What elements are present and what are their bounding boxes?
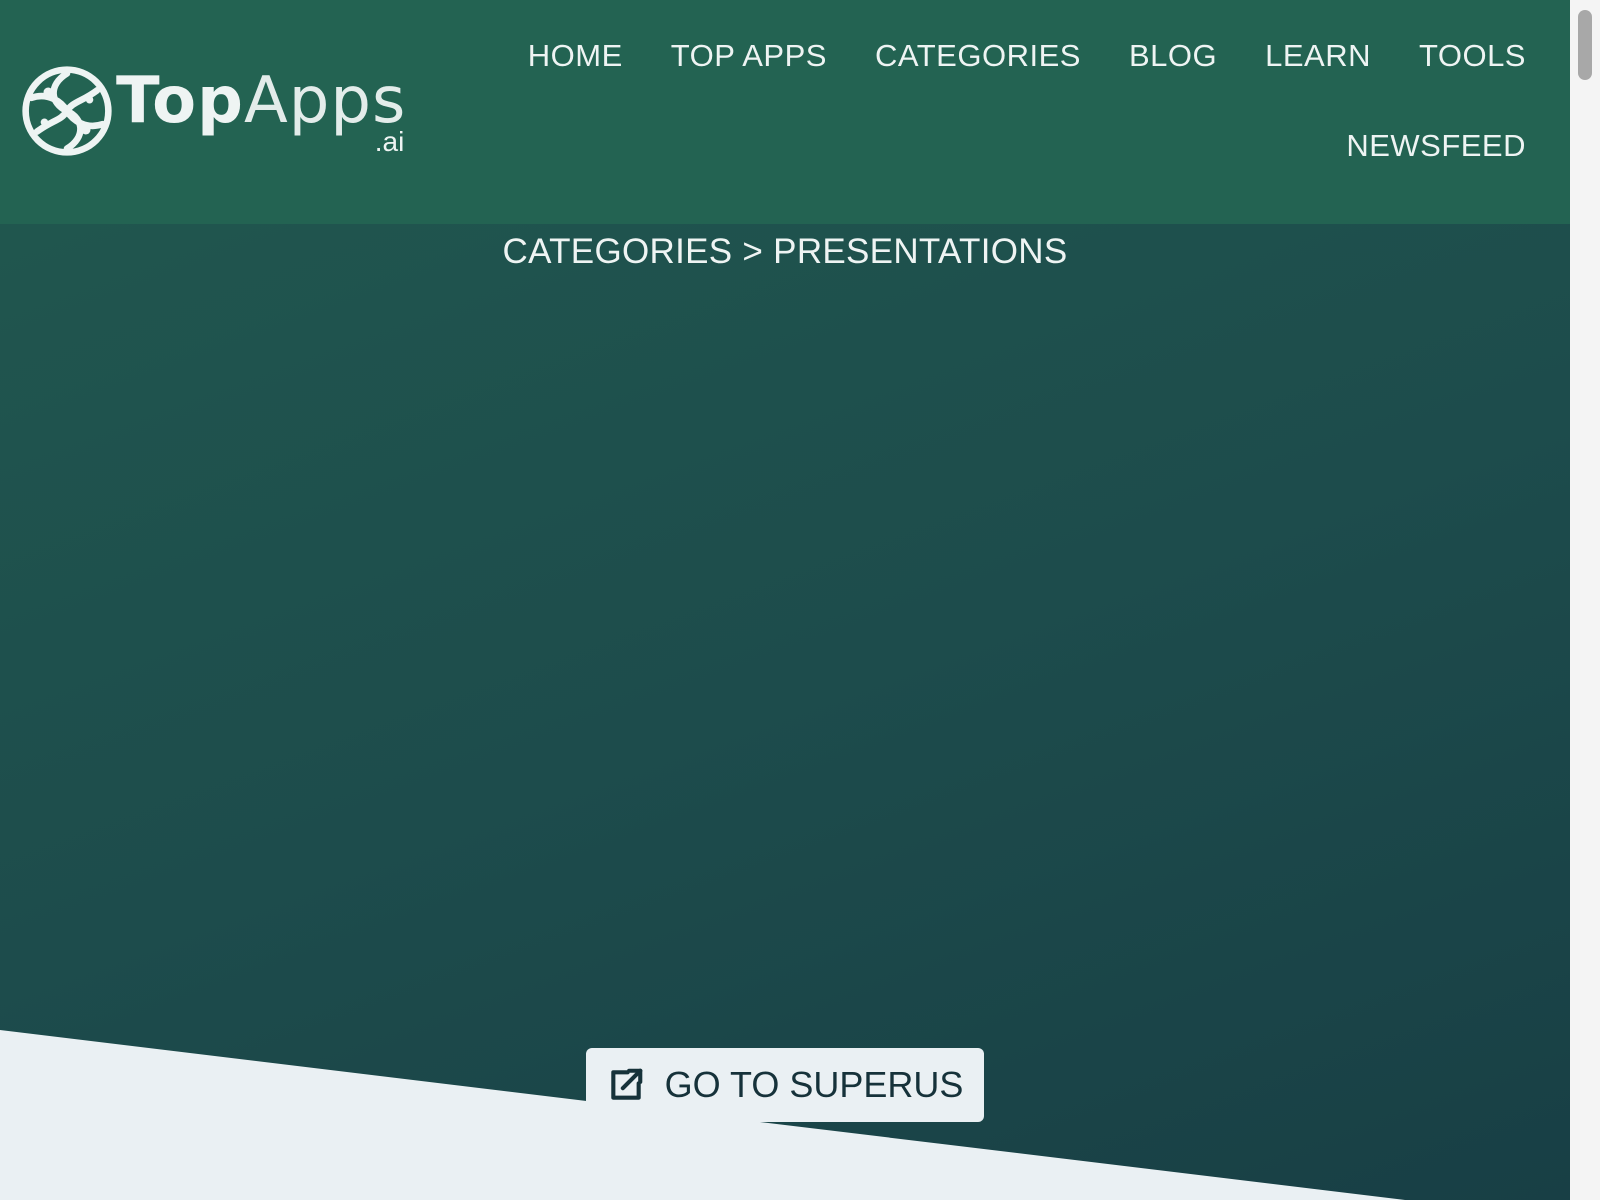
go-to-superus-label: GO TO SUPERUS: [664, 1064, 964, 1105]
logo-text-top: Top: [116, 64, 244, 138]
nav-item-tools[interactable]: TOOLS: [1419, 40, 1526, 71]
nav-item-top-apps[interactable]: TOP APPS: [671, 40, 827, 71]
main-nav: HOME TOP APPS CATEGORIES BLOG LEARN TOOL…: [516, 40, 1526, 161]
page: TopApps .ai HOME TOP APPS CATEGORIES BLO…: [0, 0, 1600, 1200]
nav-item-newsfeed[interactable]: NEWSFEED: [1346, 130, 1526, 161]
site-header: TopApps .ai HOME TOP APPS CATEGORIES BLO…: [0, 0, 1570, 224]
go-to-superus-button[interactable]: GO TO SUPERUS: [586, 1048, 984, 1122]
logo-icon: [22, 66, 112, 156]
logo-text-ai: .ai: [374, 126, 405, 157]
external-link-icon: [610, 1068, 642, 1100]
scrollbar-thumb[interactable]: [1578, 10, 1592, 80]
nav-item-home[interactable]: HOME: [528, 40, 623, 71]
nav-item-categories[interactable]: CATEGORIES: [875, 40, 1081, 71]
breadcrumb: CATEGORIES > PRESENTATIONS: [502, 232, 1068, 271]
nav-item-learn[interactable]: LEARN: [1265, 40, 1371, 71]
site-logo[interactable]: TopApps .ai: [20, 64, 406, 164]
logo-wordmark: TopApps .ai: [116, 64, 406, 164]
nav-item-blog[interactable]: BLOG: [1129, 40, 1217, 71]
scrollbar[interactable]: [1570, 0, 1600, 1200]
